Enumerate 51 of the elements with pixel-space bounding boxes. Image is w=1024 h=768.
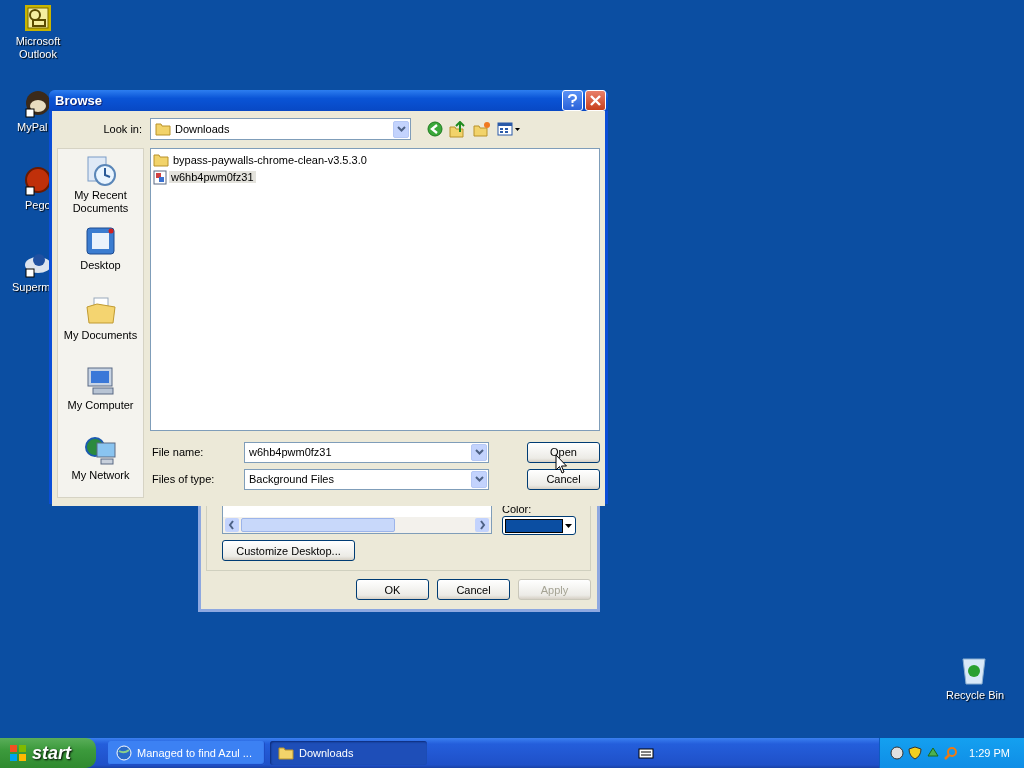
image-file-icon xyxy=(153,169,167,185)
desktop-icon-label: Recycle Bin xyxy=(946,689,1002,702)
place-label[interactable]: Desktop xyxy=(80,259,121,272)
file-type-label: Files of type: xyxy=(151,473,216,485)
recycle-bin-icon[interactable] xyxy=(960,656,988,686)
look-in-label: Look in: xyxy=(103,123,143,135)
back-icon[interactable] xyxy=(427,121,443,137)
close-icon xyxy=(590,95,601,106)
calendar-icon[interactable] xyxy=(24,4,52,32)
scroll-thumb[interactable] xyxy=(241,518,395,532)
help-button[interactable] xyxy=(562,90,583,111)
taskbar-button[interactable]: Managed to find Azul ... xyxy=(108,741,265,765)
help-icon xyxy=(568,94,577,107)
close-button[interactable] xyxy=(585,90,606,111)
place-label[interactable]: My Network xyxy=(71,469,130,482)
shield-icon[interactable] xyxy=(908,746,922,760)
desktop-icon xyxy=(84,225,117,257)
open-button[interactable]: Open xyxy=(527,441,600,463)
keyboard-icon[interactable] xyxy=(638,747,654,759)
up-folder-icon[interactable] xyxy=(449,120,467,138)
file-name-field[interactable]: w6hb4pwm0fz31 xyxy=(244,441,489,463)
color-picker[interactable] xyxy=(502,516,576,535)
desktop-icon-label: MyPal xyxy=(17,121,48,134)
folder-icon xyxy=(153,153,169,167)
color-swatch xyxy=(505,518,563,533)
dialog-button[interactable]: Cancel xyxy=(437,579,510,600)
scroll-right-icon[interactable] xyxy=(475,518,489,532)
customize-desktop-button[interactable]: Customize Desktop... xyxy=(222,540,355,561)
file-item[interactable]: w6hb4pwm0fz31 xyxy=(169,171,256,183)
view-menu-icon[interactable] xyxy=(497,122,521,136)
dialog-button[interactable]: OK xyxy=(356,579,429,600)
windows-logo-icon xyxy=(9,744,27,762)
dropdown-arrow-icon xyxy=(565,523,572,528)
folder-icon xyxy=(84,295,117,327)
file-item[interactable]: bypass-paywalls-chrome-clean-v3.5.3.0 xyxy=(171,154,369,166)
scroll-left-icon[interactable] xyxy=(225,518,239,532)
window-title: Browse xyxy=(54,93,103,108)
computer-icon xyxy=(84,365,117,397)
place-label[interactable]: My Computer xyxy=(67,399,134,412)
place-label[interactable]: My Recent Documents xyxy=(58,189,143,215)
folder-icon xyxy=(278,746,294,760)
taskbar-button[interactable]: Downloads xyxy=(270,741,427,765)
look-in-dropdown[interactable]: Downloads xyxy=(150,118,411,140)
start-button[interactable]: start xyxy=(0,738,96,768)
folder-icon xyxy=(155,122,171,136)
cancel-button[interactable]: Cancel xyxy=(527,468,600,490)
file-type-dropdown[interactable]: Background Files xyxy=(244,468,489,490)
horizontal-scrollbar[interactable] xyxy=(223,517,491,533)
place-label[interactable]: My Documents xyxy=(63,329,138,342)
desktop-icon-label: Microsoft Outlook xyxy=(14,35,62,61)
file-name-label: File name: xyxy=(151,446,205,458)
